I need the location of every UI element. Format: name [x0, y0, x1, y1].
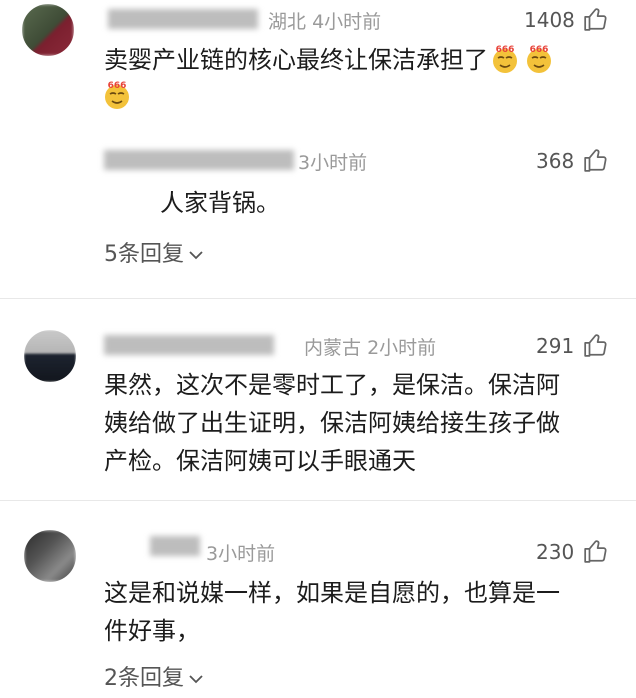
like-count: 368	[536, 149, 575, 173]
thumbs-up-icon[interactable]	[583, 332, 609, 358]
like-count: 230	[536, 540, 575, 564]
view-replies-link[interactable]: 5条回复	[104, 236, 204, 268]
username-blurred[interactable]	[104, 335, 274, 355]
username-blurred[interactable]	[104, 150, 294, 170]
svg-text:666: 666	[108, 81, 127, 91]
comment-text: 人家背锅。	[160, 189, 280, 217]
chevron-down-icon	[188, 242, 204, 267]
timestamp: 4小时前	[312, 11, 382, 33]
comment-text: 果然，这次不是零时工了，是保洁。保洁阿 姨给做了出生证明，保洁阿姨给接生孩子做 …	[104, 371, 560, 475]
divider	[0, 298, 636, 299]
location: 内蒙古	[304, 337, 362, 359]
username-blurred[interactable]	[150, 536, 200, 556]
timestamp: 3小时前	[298, 152, 368, 174]
like-count: 291	[536, 334, 575, 358]
location: 湖北	[268, 11, 307, 33]
avatar[interactable]	[22, 4, 74, 56]
666-emoji-icon: 666	[488, 44, 522, 74]
666-emoji-icon: 666	[522, 44, 556, 74]
svg-text:666: 666	[496, 45, 515, 55]
comment-text: 卖婴产业链的核心最终让保洁承担了 666 666	[104, 41, 624, 79]
view-replies-link[interactable]: 2条回复	[104, 660, 204, 692]
timestamp: 3小时前	[206, 543, 276, 565]
comment-meta: 湖北 4小时前	[268, 7, 381, 34]
divider	[0, 500, 636, 501]
svg-text:666: 666	[530, 45, 549, 55]
avatar[interactable]	[24, 530, 76, 582]
like-count: 1408	[524, 8, 575, 32]
avatar[interactable]	[24, 330, 76, 382]
username-blurred[interactable]	[108, 9, 258, 29]
thumbs-up-icon[interactable]	[583, 6, 609, 32]
666-emoji-icon: 666	[100, 80, 134, 114]
comment-text: 这是和说媒一样，如果是自愿的，也算是一 件好事，	[104, 579, 560, 645]
comment-meta: 内蒙古 2小时前	[304, 333, 436, 360]
thumbs-up-icon[interactable]	[583, 538, 609, 564]
timestamp: 2小时前	[367, 337, 437, 359]
thumbs-up-icon[interactable]	[583, 147, 609, 173]
chevron-down-icon	[188, 666, 204, 691]
